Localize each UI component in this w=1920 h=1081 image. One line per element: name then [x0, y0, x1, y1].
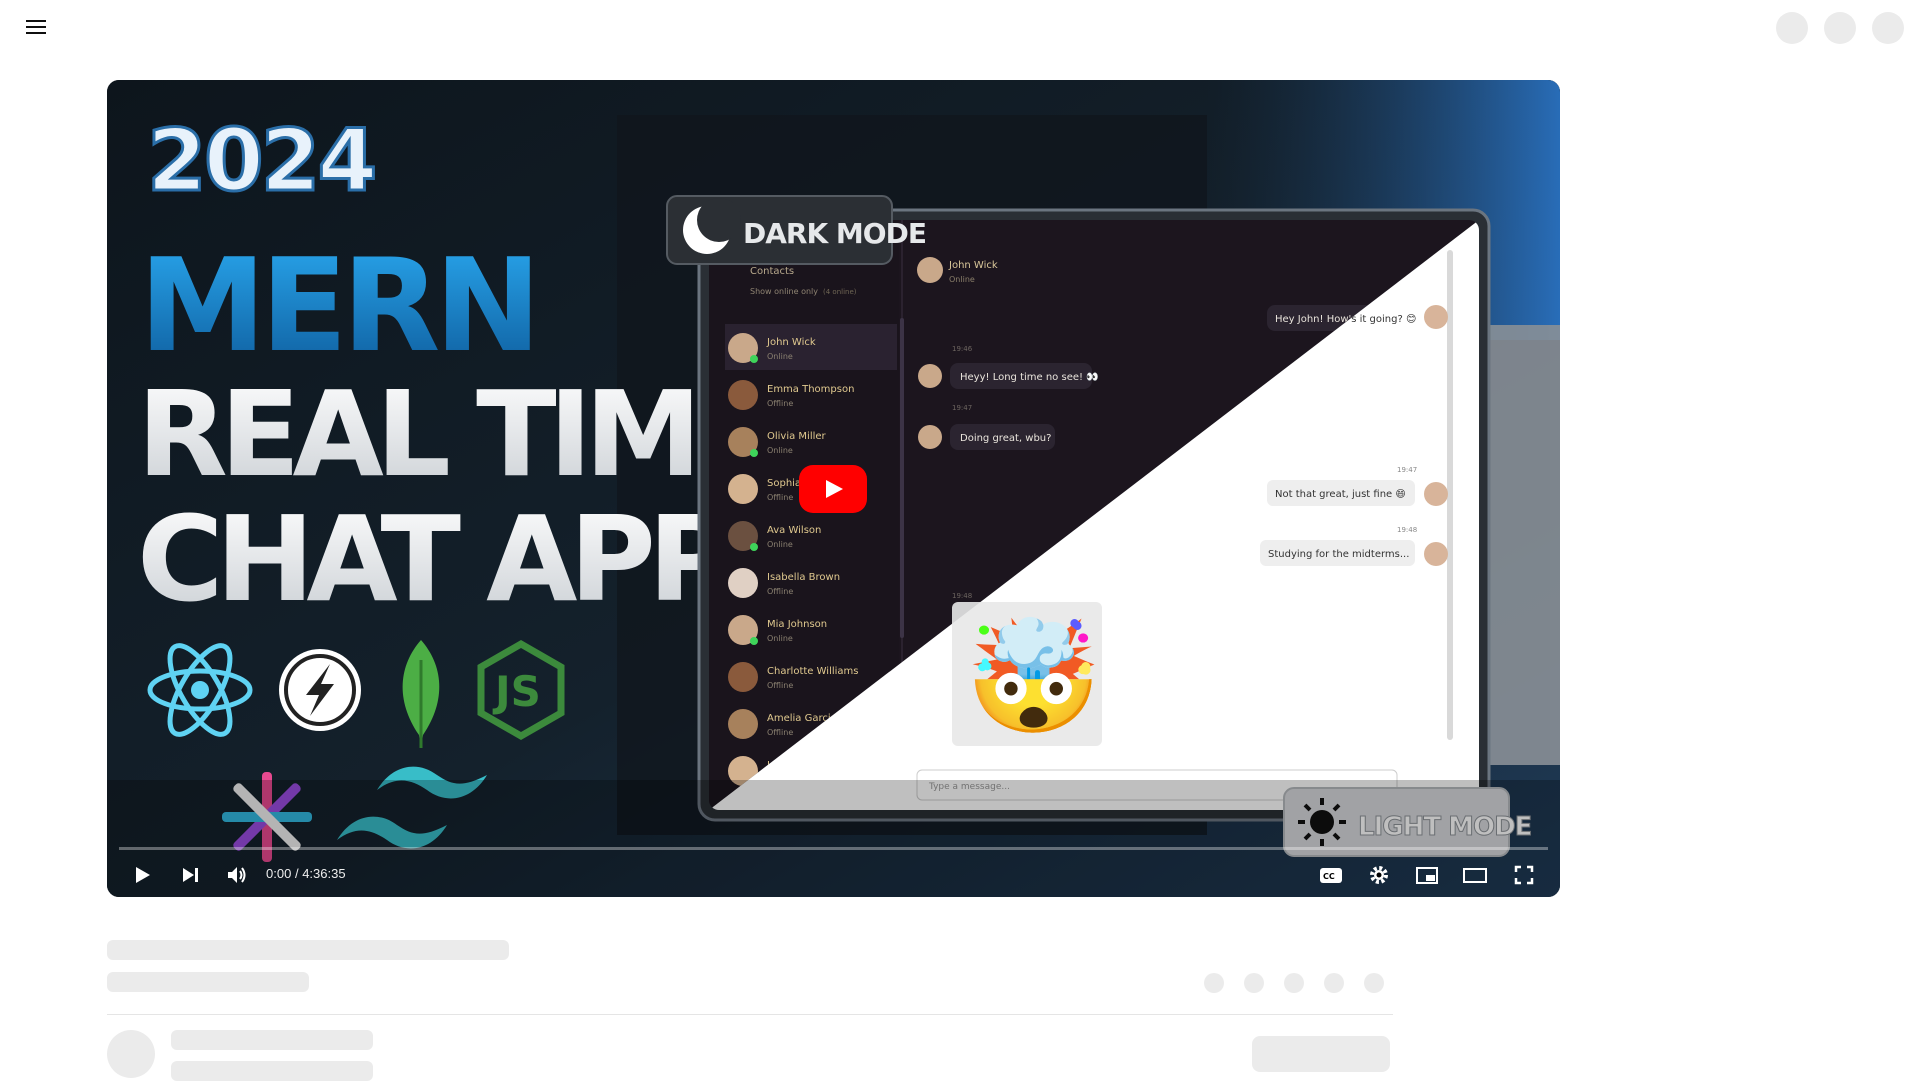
duration: 4:36:35: [302, 866, 346, 881]
thumb-contact-name: Charlotte Williams: [767, 666, 859, 677]
miniplayer-icon[interactable]: [1411, 859, 1443, 891]
dark-mode-label: DARK MODE: [743, 217, 926, 250]
time-separator: /: [294, 866, 299, 881]
fullscreen-icon[interactable]: [1508, 859, 1540, 891]
thumb-chat-partner: John Wick: [948, 260, 998, 271]
video-player[interactable]: 2024 MERN REAL TIME CHAT APP JS Contacts…: [107, 80, 1560, 897]
thumb-msg-time: 19:48: [1397, 526, 1417, 534]
avatar: [728, 709, 758, 739]
socketio-icon: [279, 649, 361, 731]
thumb-contact-name: Olivia Miller: [767, 431, 827, 442]
thumb-title-chatapp: CHAT APP: [137, 490, 730, 628]
channel-avatar-placeholder: [107, 1030, 155, 1078]
thumb-msg-time: 19:47: [952, 404, 972, 412]
online-indicator: [750, 355, 758, 363]
thumb-contact-status: Online: [767, 352, 793, 361]
thumb-contact: John Wick Online: [725, 324, 897, 370]
thumb-contact-status: Online: [767, 446, 793, 455]
top-right-placeholders: [1776, 12, 1904, 44]
avatar: [728, 474, 758, 504]
thumb-msg: Not that great, just fine 😄: [1275, 489, 1406, 500]
svg-text:JS: JS: [492, 667, 541, 716]
title-placeholder: [107, 940, 509, 960]
big-play-button[interactable]: [799, 465, 867, 513]
thumb-msg-time: 19:46: [952, 345, 973, 353]
menu-icon[interactable]: [22, 16, 50, 38]
thumb-year: 2024: [147, 111, 374, 211]
thumb-contact-name: Emma Thompson: [767, 384, 854, 395]
online-indicator: [750, 543, 758, 551]
avatar: [728, 662, 758, 692]
thumb-title-realtime: REAL TIME: [137, 365, 767, 503]
svg-text:CC: CC: [1323, 872, 1335, 881]
thumb-contact-name: John Wick: [766, 337, 816, 348]
thumb-contact-status: Offline: [767, 399, 793, 408]
action-placeholder: [1364, 973, 1384, 993]
action-placeholder: [1324, 973, 1344, 993]
avatar: [728, 380, 758, 410]
divider: [107, 1014, 1393, 1015]
channel-subs-placeholder: [171, 1061, 373, 1081]
thumb-contact-status: Offline: [767, 681, 793, 690]
thumb-msg: Studying for the midterms...: [1268, 549, 1409, 560]
thumb-msg: Doing great, wbu?: [960, 433, 1051, 444]
subtitle-placeholder: [107, 972, 309, 992]
thumb-msg: Heyy! Long time no see! 👀: [960, 372, 1099, 383]
current-time: 0:00: [266, 866, 292, 881]
subscribe-placeholder: [1252, 1036, 1390, 1072]
thumb-chat-partner-status: Online: [949, 275, 975, 284]
thumb-contact-name: Isabella Brown: [767, 572, 840, 583]
thumb-contact-status: Online: [767, 540, 793, 549]
time-display: 0:00 / 4:36:35: [266, 866, 346, 881]
thumb-msg-time: 19:47: [1397, 466, 1417, 474]
thumb-contact-status: Online: [767, 634, 793, 643]
placeholder-circle: [1776, 12, 1808, 44]
thumb-contact-status: Offline: [767, 728, 793, 737]
action-placeholder: [1284, 973, 1304, 993]
thumb-title-mern: MERN: [139, 232, 536, 381]
avatar: [728, 568, 758, 598]
thumb-contact-name: Ava Wilson: [767, 525, 821, 536]
player-controls: 0:00 / 4:36:35 CC: [107, 850, 1560, 897]
next-icon[interactable]: [174, 859, 206, 891]
action-placeholder: [1204, 973, 1224, 993]
thumb-contact-status: Offline: [767, 493, 793, 502]
thumb-contact-name: Sophia: [767, 478, 801, 489]
settings-gear-icon[interactable]: [1363, 859, 1395, 891]
thumb-emoji: 🤯: [965, 613, 1102, 741]
action-placeholder: [1244, 973, 1264, 993]
captions-icon[interactable]: CC: [1315, 859, 1347, 891]
thumb-contact-name: Mia Johnson: [767, 619, 827, 630]
online-indicator: [750, 637, 758, 645]
thumb-online-count: (4 online): [823, 288, 857, 296]
thumb-emoji-time: 19:48: [952, 592, 972, 600]
play-icon[interactable]: [126, 859, 158, 891]
theater-mode-icon[interactable]: [1459, 859, 1491, 891]
thumb-online-only: Show online only: [750, 287, 818, 296]
online-indicator: [750, 449, 758, 457]
dark-mode-badge: DARK MODE: [666, 195, 927, 265]
thumb-contact-status: Offline: [767, 587, 793, 596]
channel-name-placeholder: [171, 1030, 373, 1050]
thumb-contacts-header: Contacts: [750, 266, 794, 277]
placeholder-circle: [1824, 12, 1856, 44]
volume-icon[interactable]: [221, 859, 253, 891]
placeholder-circle: [1872, 12, 1904, 44]
